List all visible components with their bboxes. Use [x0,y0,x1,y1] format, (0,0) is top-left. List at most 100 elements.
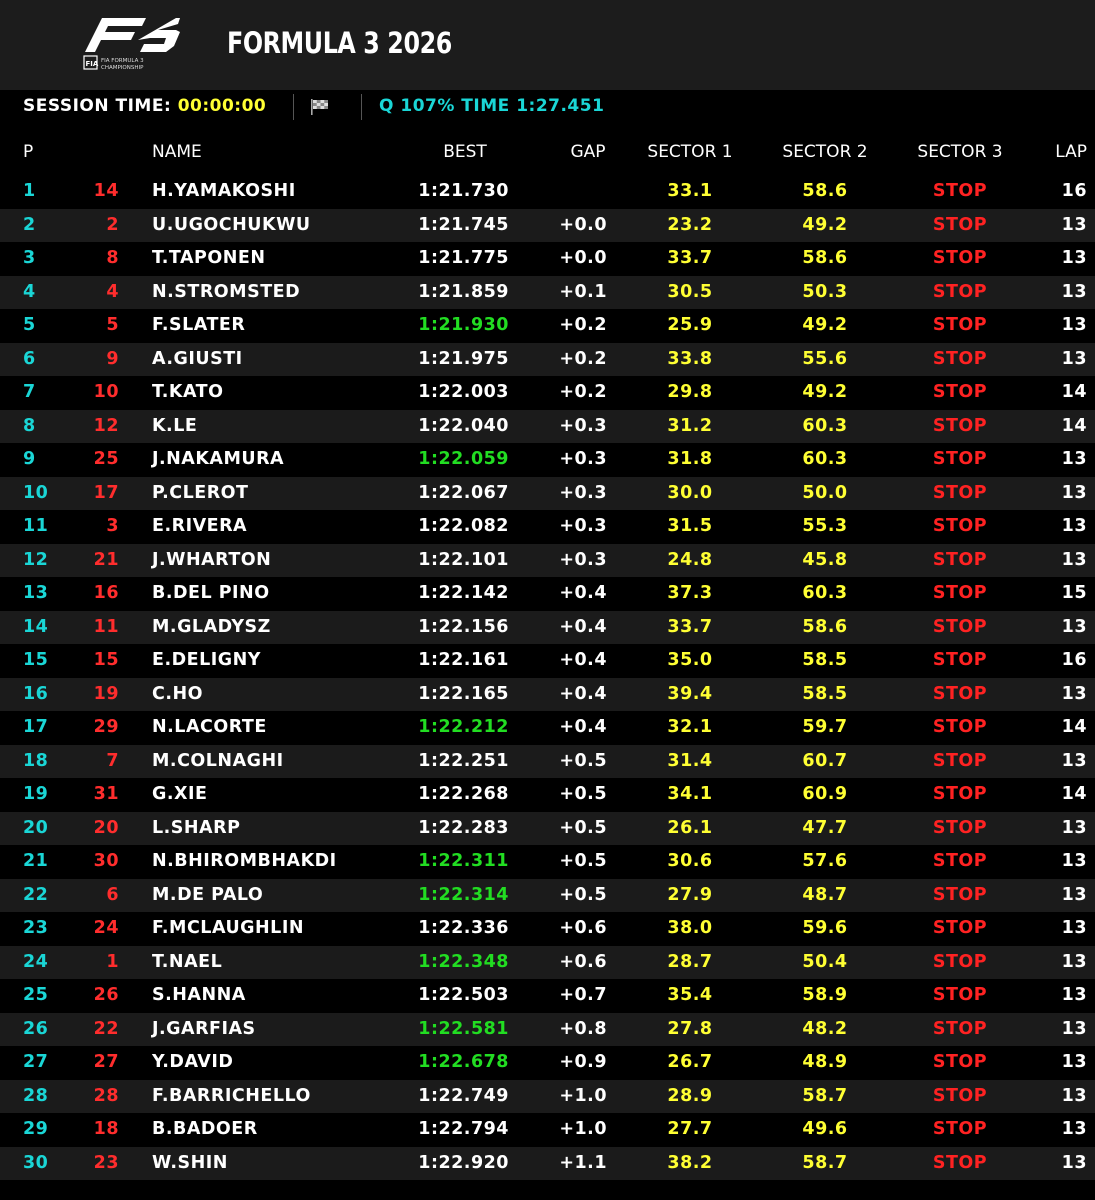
table-row[interactable]: 18 7 M.COLNAGHI 1:22.251 +0.5 31.4 60.7 STOP 13 [0,744,1095,778]
sector2-cell: 59.7 [802,717,848,737]
gap-cell: +0.0 [559,248,607,268]
best-time-cell: 1:22.003 [418,382,509,402]
lap-cell: 13 [1061,449,1087,469]
driver-name-cell: E.DELIGNY [152,650,261,670]
table-row[interactable]: 9 25 J.NAKAMURA 1:22.059 +0.3 31.8 60.3 STOP 13 [0,443,1095,477]
best-time-cell: 1:22.161 [418,650,509,670]
gap-cell: +0.5 [559,750,607,771]
position-cell: 18 [23,750,49,771]
table-row[interactable]: 13 16 B.DEL PINO 1:22.142 +0.4 37.3 60.3 STOP 15 [0,577,1095,611]
driver-name-cell: N.LACORTE [152,717,267,737]
gap-cell: +0.5 [559,851,607,871]
sector2-cell: 49.2 [802,315,848,335]
lap-cell: 13 [1061,817,1087,838]
sector2-cell: 58.7 [802,1152,848,1173]
sector3-cell: STOP [932,549,988,570]
sector3-cell: STOP [932,281,988,302]
table-row[interactable]: 21 30 N.BHIROMBHAKDI 1:22.311 +0.5 30.6 57.6 ST… [0,845,1095,879]
sector3-cell: STOP [932,248,988,268]
car-number-cell: 16 [93,583,119,603]
table-row[interactable]: 22 6 M.DE PALO 1:22.314 +0.5 27.9 48.7 STOP 13 [0,878,1095,912]
session-status-bar: SESSION TIME: 00:00:00 Q 107% TIME 1:27.… [0,90,1095,124]
car-number-cell: 30 [93,851,119,871]
table-row[interactable]: 15 15 E.DELIGNY 1:22.161 +0.4 35.0 58.5 STOP 16 [0,644,1095,678]
table-row[interactable]: 29 18 B.BADOER 1:22.794 +1.0 27.7 49.6 STOP 13 [0,1113,1095,1147]
best-time-cell: 1:21.975 [418,348,509,369]
session-time-label: SESSION TIME: [23,96,172,116]
driver-name-cell: M.COLNAGHI [152,750,284,771]
driver-name-cell: N.BHIROMBHAKDI [152,851,337,871]
car-number-cell: 8 [106,248,119,268]
table-row[interactable]: 10 17 P.CLEROT 1:22.067 +0.3 30.0 50.0 STOP 13 [0,476,1095,510]
best-time-cell: 1:21.930 [418,315,509,335]
lap-cell: 13 [1061,918,1087,938]
sector2-cell: 60.3 [802,449,848,469]
position-cell: 3 [23,248,36,268]
sector1-cell: 23.2 [667,214,713,235]
best-time-cell: 1:22.251 [418,750,509,771]
table-row[interactable]: 28 28 F.BARRICHELLO 1:22.749 +1.0 28.9 58.7 STO… [0,1079,1095,1113]
table-row[interactable]: 16 19 C.HO 1:22.165 +0.4 39.4 58.5 STOP 13 [0,677,1095,711]
driver-name-cell: J.WHARTON [152,549,272,570]
table-row[interactable]: 8 12 K.LE 1:22.040 +0.3 31.2 60.3 STOP 14 [0,409,1095,443]
table-row[interactable]: 23 24 F.MCLAUGHLIN 1:22.336 +0.6 38.0 59.6 STOP… [0,912,1095,946]
position-cell: 17 [23,717,49,737]
sector1-cell: 27.9 [667,884,713,905]
gap-cell: +0.3 [559,549,607,570]
lap-cell: 14 [1061,415,1087,436]
header-bar: FIA FIA FORMULA 3 CHAMPIONSHIP FORMULA 3… [0,0,1095,90]
position-cell: 22 [23,884,49,905]
sector3-cell: STOP [932,851,988,871]
gap-cell: +0.3 [559,482,607,503]
lap-cell: 13 [1061,248,1087,268]
sector3-cell: STOP [932,985,988,1005]
sector2-cell: 59.6 [802,918,848,938]
sector2-cell: 58.5 [802,650,848,670]
lap-cell: 13 [1061,281,1087,302]
position-cell: 26 [23,1018,49,1039]
table-row[interactable]: 14 11 M.GLADYSZ 1:22.156 +0.4 33.7 58.6 STOP 13 [0,610,1095,644]
table-row[interactable]: 11 3 E.RIVERA 1:22.082 +0.3 31.5 55.3 STOP 13 [0,510,1095,544]
table-row[interactable]: 24 1 T.NAEL 1:22.348 +0.6 28.7 50.4 STOP 13 [0,945,1095,979]
column-header-gap: GAP [570,142,606,162]
sector2-cell: 49.2 [802,382,848,402]
table-row[interactable]: 30 23 W.SHIN 1:22.920 +1.1 38.2 58.7 STOP 13 [0,1146,1095,1180]
car-number-cell: 3 [106,516,119,536]
lap-cell: 13 [1061,616,1087,637]
car-number-cell: 14 [93,181,119,201]
position-cell: 4 [23,281,36,302]
table-row[interactable]: 6 9 A.GIUSTI 1:21.975 +0.2 33.8 55.6 STOP 13 [0,342,1095,376]
lap-cell: 14 [1061,382,1087,402]
best-time-cell: 1:21.859 [418,281,509,302]
table-row[interactable]: 27 27 Y.DAVID 1:22.678 +0.9 26.7 48.9 STOP 13 [0,1046,1095,1080]
position-cell: 8 [23,415,36,436]
driver-name-cell: A.GIUSTI [152,348,243,369]
gap-cell: +0.6 [559,951,607,972]
lap-cell: 13 [1061,1119,1087,1139]
table-row[interactable]: 7 10 T.KATO 1:22.003 +0.2 29.8 49.2 STOP 14 [0,376,1095,410]
sector2-cell: 48.9 [802,1052,848,1072]
table-row[interactable]: 19 31 G.XIE 1:22.268 +0.5 34.1 60.9 STOP 14 [0,778,1095,812]
column-header-name: NAME [152,142,202,162]
table-row[interactable]: 3 8 T.TAPONEN 1:21.775 +0.0 33.7 58.6 STOP 13 [0,242,1095,276]
driver-name-cell: H.YAMAKOSHI [152,181,296,201]
table-row[interactable]: 17 29 N.LACORTE 1:22.212 +0.4 32.1 59.7 STOP 14 [0,711,1095,745]
table-row[interactable]: 1 14 H.YAMAKOSHI 1:21.730 33.1 58.6 STOP 16 [0,175,1095,209]
table-row[interactable]: 12 21 J.WHARTON 1:22.101 +0.3 24.8 45.8 STOP 13 [0,543,1095,577]
table-row[interactable]: 26 22 J.GARFIAS 1:22.581 +0.8 27.8 48.2 STOP 13 [0,1012,1095,1046]
session-time: SESSION TIME: 00:00:00 [23,96,266,116]
gap-cell: +1.0 [559,1085,607,1106]
table-row[interactable]: 4 4 N.STROMSTED 1:21.859 +0.1 30.5 50.3 STOP 13 [0,275,1095,309]
sector3-cell: STOP [932,616,988,637]
position-cell: 7 [23,382,36,402]
lap-cell: 13 [1061,315,1087,335]
car-number-cell: 22 [93,1018,119,1039]
table-row[interactable]: 20 20 L.SHARP 1:22.283 +0.5 26.1 47.7 STOP 13 [0,811,1095,845]
driver-name-cell: K.LE [152,415,198,436]
sector1-cell: 30.6 [667,851,713,871]
svg-text:FIA: FIA [86,60,99,68]
table-row[interactable]: 2 2 U.UGOCHUKWU 1:21.745 +0.0 23.2 49.2 STOP 13 [0,208,1095,242]
sector2-cell: 50.3 [802,281,848,302]
table-row[interactable]: 25 26 S.HANNA 1:22.503 +0.7 35.4 58.9 STOP 13 [0,979,1095,1013]
table-row[interactable]: 5 5 F.SLATER 1:21.930 +0.2 25.9 49.2 STOP 13 [0,309,1095,343]
